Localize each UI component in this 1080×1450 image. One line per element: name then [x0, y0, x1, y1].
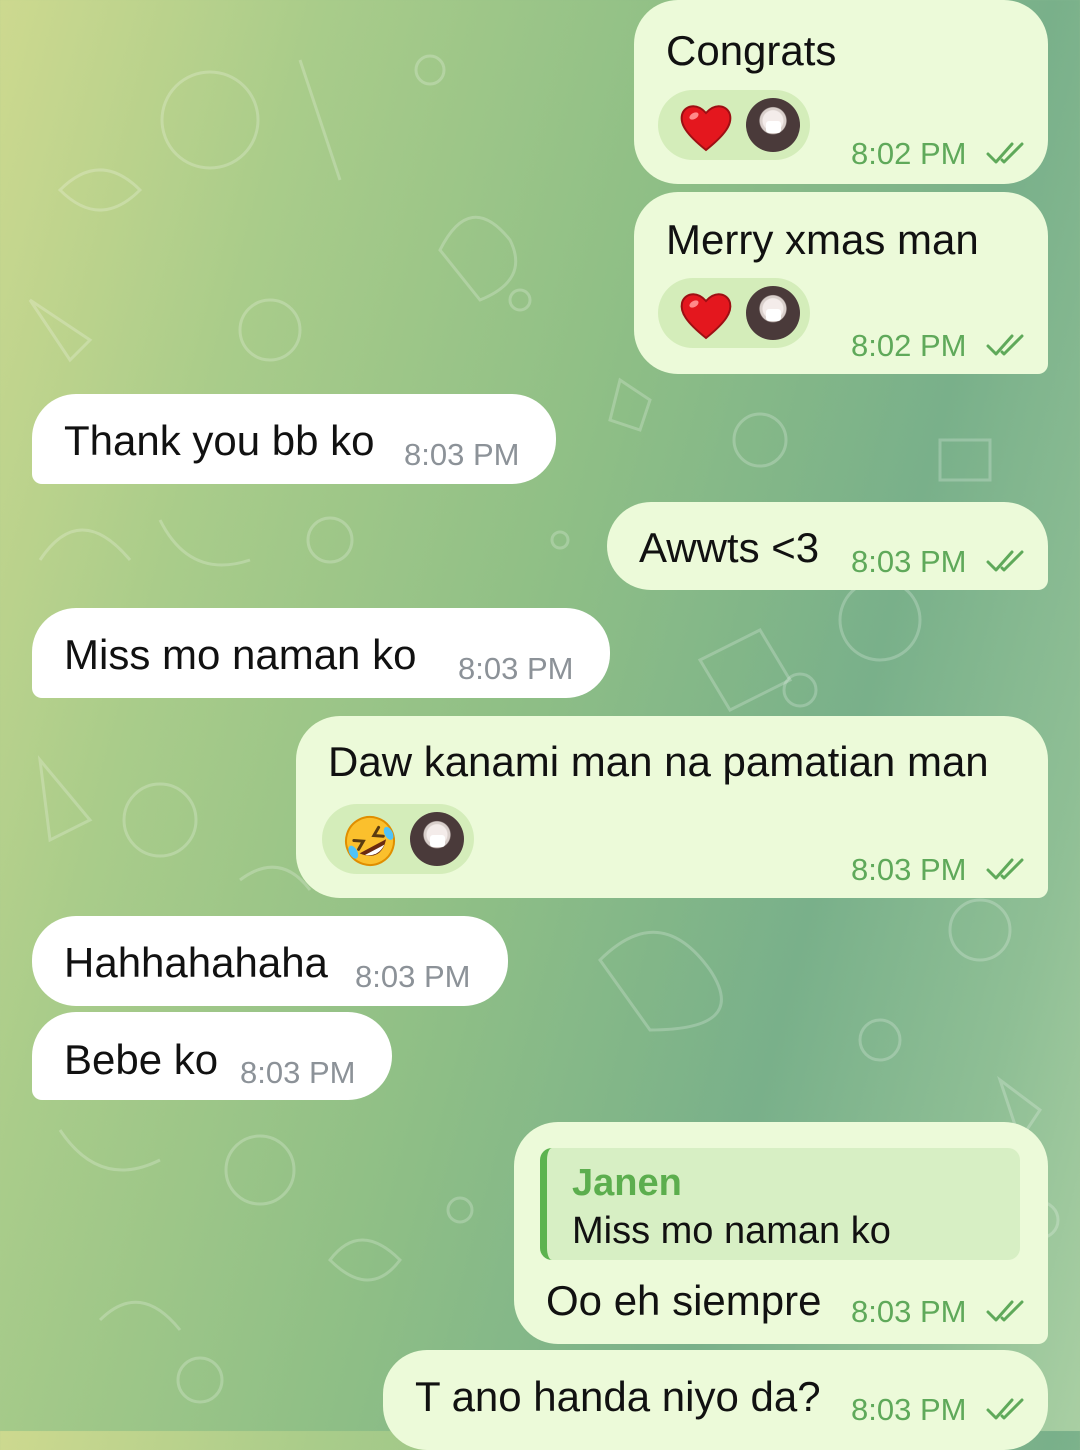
message-text: Merry xmas man [666, 216, 979, 263]
message-text: Thank you bb ko [64, 417, 375, 464]
red-heart-icon [680, 105, 732, 152]
message-bubble-outgoing[interactable]: T ano handa niyo da? 8:03 PM [383, 1350, 1048, 1450]
message-bubble-incoming[interactable]: Hahhahahaha 8:03 PM [32, 916, 508, 1006]
message-reaction[interactable] [658, 278, 810, 348]
message-time: 8:03 PM [458, 651, 574, 686]
message-bubble-incoming[interactable]: Bebe ko 8:03 PM [32, 1012, 392, 1100]
rolling-on-floor-laughing-icon [345, 816, 395, 866]
read-double-check-icon [986, 858, 1024, 880]
message-bubble-outgoing[interactable]: Congrats 8:02 PM [634, 0, 1048, 184]
reply-author-name: Janen [572, 1162, 682, 1204]
red-heart-icon [680, 293, 732, 340]
message-reaction[interactable] [322, 804, 474, 874]
read-double-check-icon [986, 550, 1024, 572]
reply-quoted-text: Miss mo naman ko [572, 1210, 891, 1252]
message-time: 8:03 PM [404, 437, 520, 472]
message-bubble-outgoing[interactable]: Merry xmas man 8:02 PM [634, 192, 1048, 374]
message-time: 8:03 PM [851, 1294, 967, 1329]
reactor-avatar[interactable] [746, 98, 800, 152]
read-double-check-icon [986, 334, 1024, 356]
message-time: 8:02 PM [851, 136, 967, 171]
message-text: Congrats [666, 27, 837, 74]
message-text: Oo eh siempre [546, 1277, 822, 1324]
read-double-check-icon [986, 142, 1024, 164]
message-bubble-incoming[interactable]: Thank you bb ko 8:03 PM [32, 394, 556, 484]
reply-quote[interactable]: Janen Miss mo naman ko [540, 1148, 1020, 1260]
read-double-check-icon [986, 1398, 1024, 1420]
message-text: Daw kanami man na pamatian man [328, 738, 989, 785]
message-text: Hahhahahaha [64, 939, 328, 986]
read-double-check-icon [986, 1300, 1024, 1322]
message-text: Awwts <3 [639, 524, 820, 571]
message-time: 8:02 PM [851, 328, 967, 363]
message-time: 8:03 PM [851, 544, 967, 579]
reactor-avatar[interactable] [746, 286, 800, 340]
message-time: 8:03 PM [355, 959, 471, 994]
reactor-avatar[interactable] [410, 812, 464, 866]
message-bubble-outgoing[interactable]: Awwts <3 8:03 PM [607, 502, 1048, 590]
message-time: 8:03 PM [851, 1392, 967, 1427]
message-bubble-incoming[interactable]: Miss mo naman ko 8:03 PM [32, 608, 610, 698]
message-text: T ano handa niyo da? [415, 1373, 821, 1420]
message-bubble-outgoing-reply[interactable]: Janen Miss mo naman ko Oo eh siempre 8:0… [514, 1122, 1048, 1344]
message-bubble-outgoing[interactable]: Daw kanami man na pamatian man 8:03 PM [296, 716, 1048, 898]
message-text: Bebe ko [64, 1036, 219, 1083]
message-reaction[interactable] [658, 90, 810, 160]
message-text: Miss mo naman ko [64, 631, 417, 678]
message-time: 8:03 PM [240, 1055, 356, 1090]
message-time: 8:03 PM [851, 852, 967, 887]
